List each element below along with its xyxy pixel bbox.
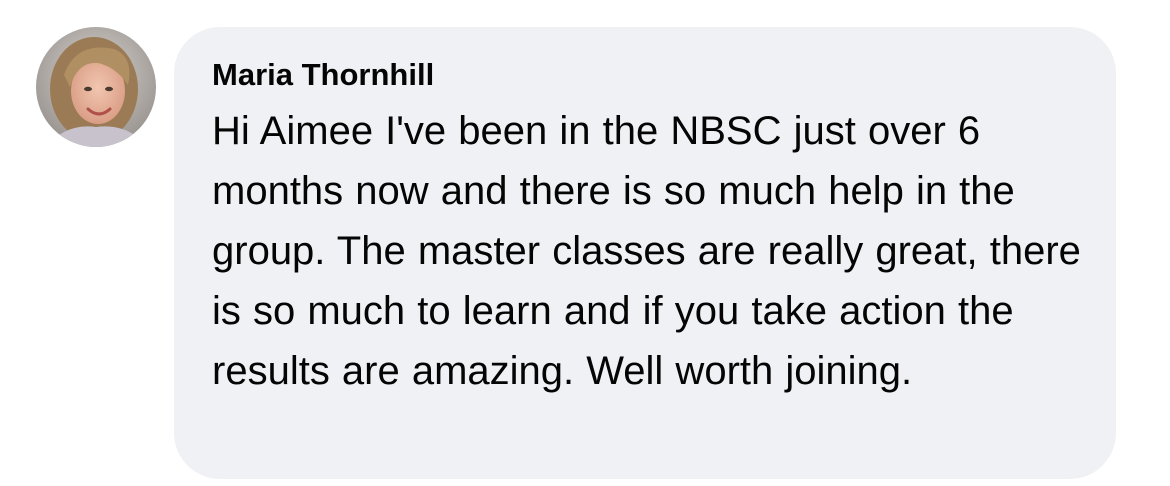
comment-bubble: Maria Thornhill Hi Aimee I've been in th… (174, 27, 1116, 479)
comment-text: Hi Aimee I've been in the NBSC just over… (212, 109, 1081, 393)
author-avatar[interactable] (36, 27, 156, 147)
author-name-link[interactable]: Maria Thornhill (212, 55, 434, 95)
comment: Maria Thornhill Hi Aimee I've been in th… (0, 0, 1170, 486)
avatar-photo-icon (36, 27, 156, 147)
